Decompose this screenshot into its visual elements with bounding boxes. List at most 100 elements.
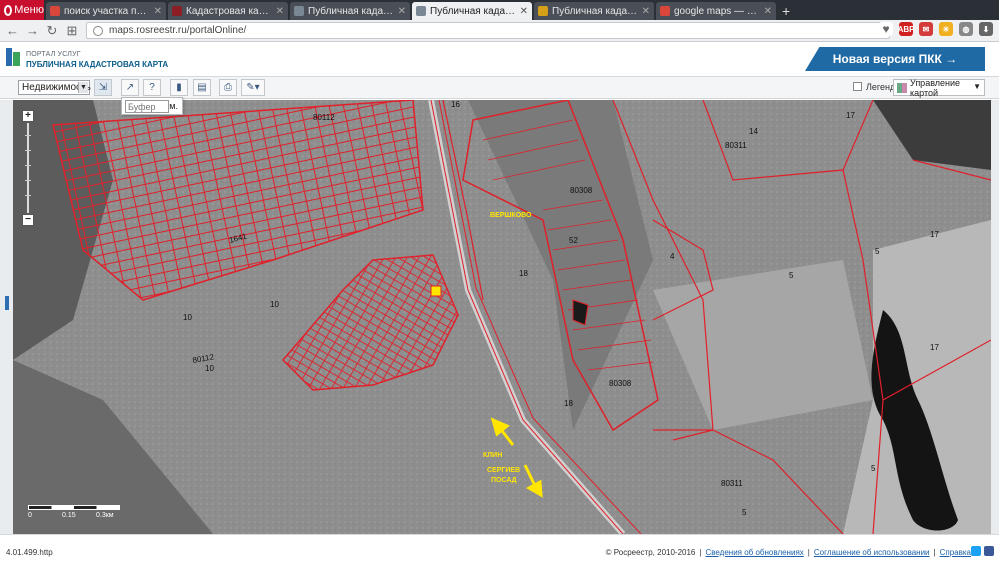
print-tool-button[interactable]: ⎙ [219, 79, 237, 96]
tab-google-maps[interactable]: google maps — Яндекс: ✕ [656, 2, 776, 20]
label-80112: 80112 [313, 113, 335, 122]
zoom-control: + − [22, 110, 34, 226]
tab-public-map-1[interactable]: Публичная кадастровая ✕ [290, 2, 410, 20]
tab-search[interactable]: поиск участка по кадаст ✕ [46, 2, 166, 20]
copyright-text: © Росреестр, 2010-2016 [605, 548, 696, 557]
extensions: ♥ ABP ✉ ☀ ◍ ⬇ [879, 22, 993, 36]
panel-toggle-handle[interactable] [5, 296, 9, 310]
new-version-button[interactable]: Новая версия ПКК → [805, 47, 985, 71]
building-parcel[interactable] [572, 299, 589, 326]
info-tool-button[interactable]: ? [143, 79, 161, 96]
close-icon[interactable]: ✕ [154, 6, 162, 17]
left-panel-strip [0, 100, 13, 534]
download-icon[interactable]: ⬇ [979, 22, 993, 36]
yandex-favicon-icon [50, 6, 60, 16]
heart-icon[interactable]: ♥ [879, 22, 893, 36]
map-manager-icon [897, 83, 907, 93]
reload-icon[interactable]: ↻ [46, 23, 58, 39]
tab-title: Публичная кадастровая к [430, 5, 516, 17]
tab-kadastr-map-moscow[interactable]: Кадастровая карта Моск ✕ [168, 2, 288, 20]
label-80308: 80308 [570, 186, 593, 195]
portal-title[interactable]: ПУБЛИЧНАЯ КАДАСТРОВАЯ КАРТА [26, 60, 168, 69]
close-icon[interactable]: ✕ [276, 6, 284, 17]
weather-icon[interactable]: ☀ [939, 22, 953, 36]
terms-link[interactable]: Соглашение об использовании [814, 548, 930, 557]
select-tool-icon: ⇲ [98, 82, 108, 93]
map-manager-select[interactable]: Управление картой ▼ [893, 78, 985, 98]
select-tool-button[interactable]: ⇲ [94, 79, 112, 96]
back-icon[interactable]: ← [6, 23, 19, 38]
village-annotation: ВЕРШКОВО [490, 212, 532, 219]
tab-title: google maps — Яндекс: [674, 5, 760, 17]
map-viewport[interactable]: 16 80112 1641 10 10 80112 10 80308 52 18… [13, 100, 991, 534]
layer-select[interactable]: Недвижимость ▼ [18, 80, 91, 95]
label-17: 17 [930, 343, 939, 352]
layers-tool-icon: ▤ [197, 82, 207, 93]
portal-header: ПОРТАЛ УСЛУГ ПУБЛИЧНАЯ КАДАСТРОВАЯ КАРТА… [0, 43, 999, 77]
scale-mid: 0.15 [62, 512, 76, 519]
new-tab-button[interactable]: + [782, 2, 790, 20]
selected-parcel[interactable] [430, 285, 442, 297]
close-icon[interactable]: ✕ [642, 6, 650, 17]
page-favicon-icon [294, 6, 304, 16]
url-text: maps.rosreestr.ru/portalOnline/ [109, 25, 247, 36]
zoom-out-button[interactable]: − [22, 214, 34, 226]
close-icon[interactable]: ✕ [764, 6, 772, 17]
map-canvas[interactable]: 16 80112 1641 10 10 80112 10 80308 52 18… [13, 100, 991, 534]
measure-tool-icon: ✎▾ [246, 82, 260, 93]
label-16: 16 [451, 100, 460, 109]
zoom-slider[interactable] [27, 123, 29, 213]
tab-title: поиск участка по кадаст [64, 5, 150, 17]
tab-public-map-2[interactable]: Публичная кадастровая ✕ [534, 2, 654, 20]
label-80311: 80311 [721, 479, 743, 488]
forward-icon[interactable]: → [26, 23, 39, 38]
label-4: 4 [670, 252, 675, 261]
map-toolbar: Недвижимость ▼ ⇲ ↗ ? ▮ ▤ ⎙ ✎▾ Легенда Уп… [0, 77, 999, 99]
info-tool-icon: ? [149, 82, 155, 93]
measure-tool-button[interactable]: ✎▾ [241, 79, 265, 96]
kadastr-favicon-icon [172, 6, 182, 16]
scale-0: 0 [28, 512, 32, 519]
chevron-down-icon: ▼ [78, 82, 88, 93]
label-14: 14 [749, 127, 758, 136]
address-bar[interactable]: maps.rosreestr.ru/portalOnline/ [86, 22, 890, 39]
close-icon[interactable]: ✕ [398, 6, 406, 17]
label-17: 17 [846, 111, 855, 120]
label-5: 5 [789, 271, 794, 280]
buffer-panel: м. [121, 97, 183, 115]
close-icon[interactable]: ✕ [520, 6, 528, 17]
twitter-icon[interactable] [971, 546, 981, 556]
legend-checkbox[interactable] [853, 82, 862, 91]
help-link[interactable]: Справка [940, 548, 971, 557]
label-18: 18 [519, 269, 528, 278]
print-tool-icon: ⎙ [224, 82, 232, 93]
label-10: 10 [270, 300, 279, 309]
globe-icon[interactable]: ◍ [959, 22, 973, 36]
updates-link[interactable]: Сведения об обновлениях [705, 548, 803, 557]
label-10: 10 [205, 364, 214, 373]
chart-tool-button[interactable]: ▮ [170, 79, 188, 96]
tab-title: Публичная кадастровая [308, 5, 394, 17]
tab-title: Публичная кадастровая [552, 5, 638, 17]
facebook-icon[interactable] [984, 546, 994, 556]
tab-public-map-active[interactable]: Публичная кадастровая к ✕ [412, 2, 532, 20]
identify-tool-icon: ↗ [125, 82, 135, 93]
menu-label: Меню [14, 4, 44, 16]
site-info-icon[interactable] [93, 25, 103, 36]
identify-tool-button[interactable]: ↗ [121, 79, 139, 96]
speed-dial-icon[interactable]: ⊞ [66, 23, 78, 39]
zoom-in-button[interactable]: + [22, 110, 34, 122]
label-10: 10 [183, 313, 192, 322]
mail-icon[interactable]: ✉ [919, 22, 933, 36]
direction-klin: КЛИН [483, 452, 502, 459]
status-bar: 4.01.499.http © Росреестр, 2010-2016 | С… [0, 534, 999, 562]
footer-links: © Росреестр, 2010-2016 | Сведения об обн… [605, 548, 971, 557]
buffer-input[interactable] [125, 100, 169, 113]
label-5: 5 [875, 247, 880, 256]
layers-tool-button[interactable]: ▤ [193, 79, 211, 96]
adblock-icon[interactable]: ABP [898, 22, 914, 36]
right-panel-strip [991, 100, 999, 534]
label-80311: 80311 [725, 141, 747, 150]
browser-menu-button[interactable]: Меню [0, 0, 44, 20]
label-52: 52 [569, 236, 578, 245]
